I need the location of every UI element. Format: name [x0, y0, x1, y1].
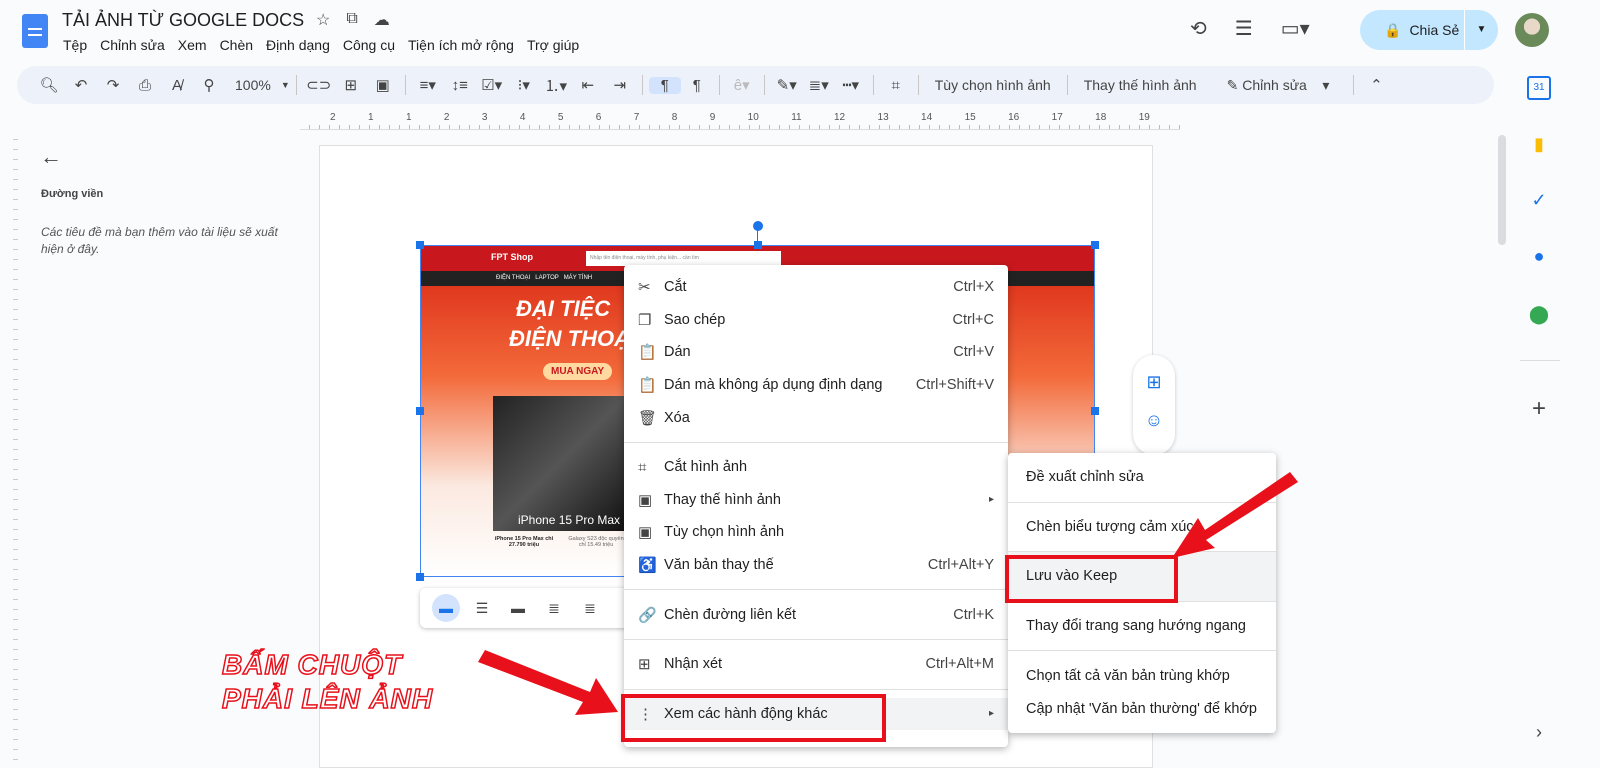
- expand-panel-icon[interactable]: ›: [1527, 722, 1551, 746]
- red-arrow-to-menu: [478, 650, 618, 715]
- red-arrow-to-keep: [1172, 472, 1298, 558]
- add-addon-icon[interactable]: +: [1527, 395, 1551, 422]
- tasks-icon[interactable]: ✓: [1527, 190, 1551, 214]
- calendar-icon[interactable]: 31: [1527, 76, 1551, 100]
- contacts-icon[interactable]: ●: [1527, 246, 1551, 270]
- maps-icon[interactable]: ⬤: [1527, 304, 1551, 328]
- annotation-arrows: [478, 472, 1298, 715]
- vertical-scrollbar[interactable]: [1498, 135, 1506, 245]
- keep-icon[interactable]: ▮: [1527, 134, 1551, 158]
